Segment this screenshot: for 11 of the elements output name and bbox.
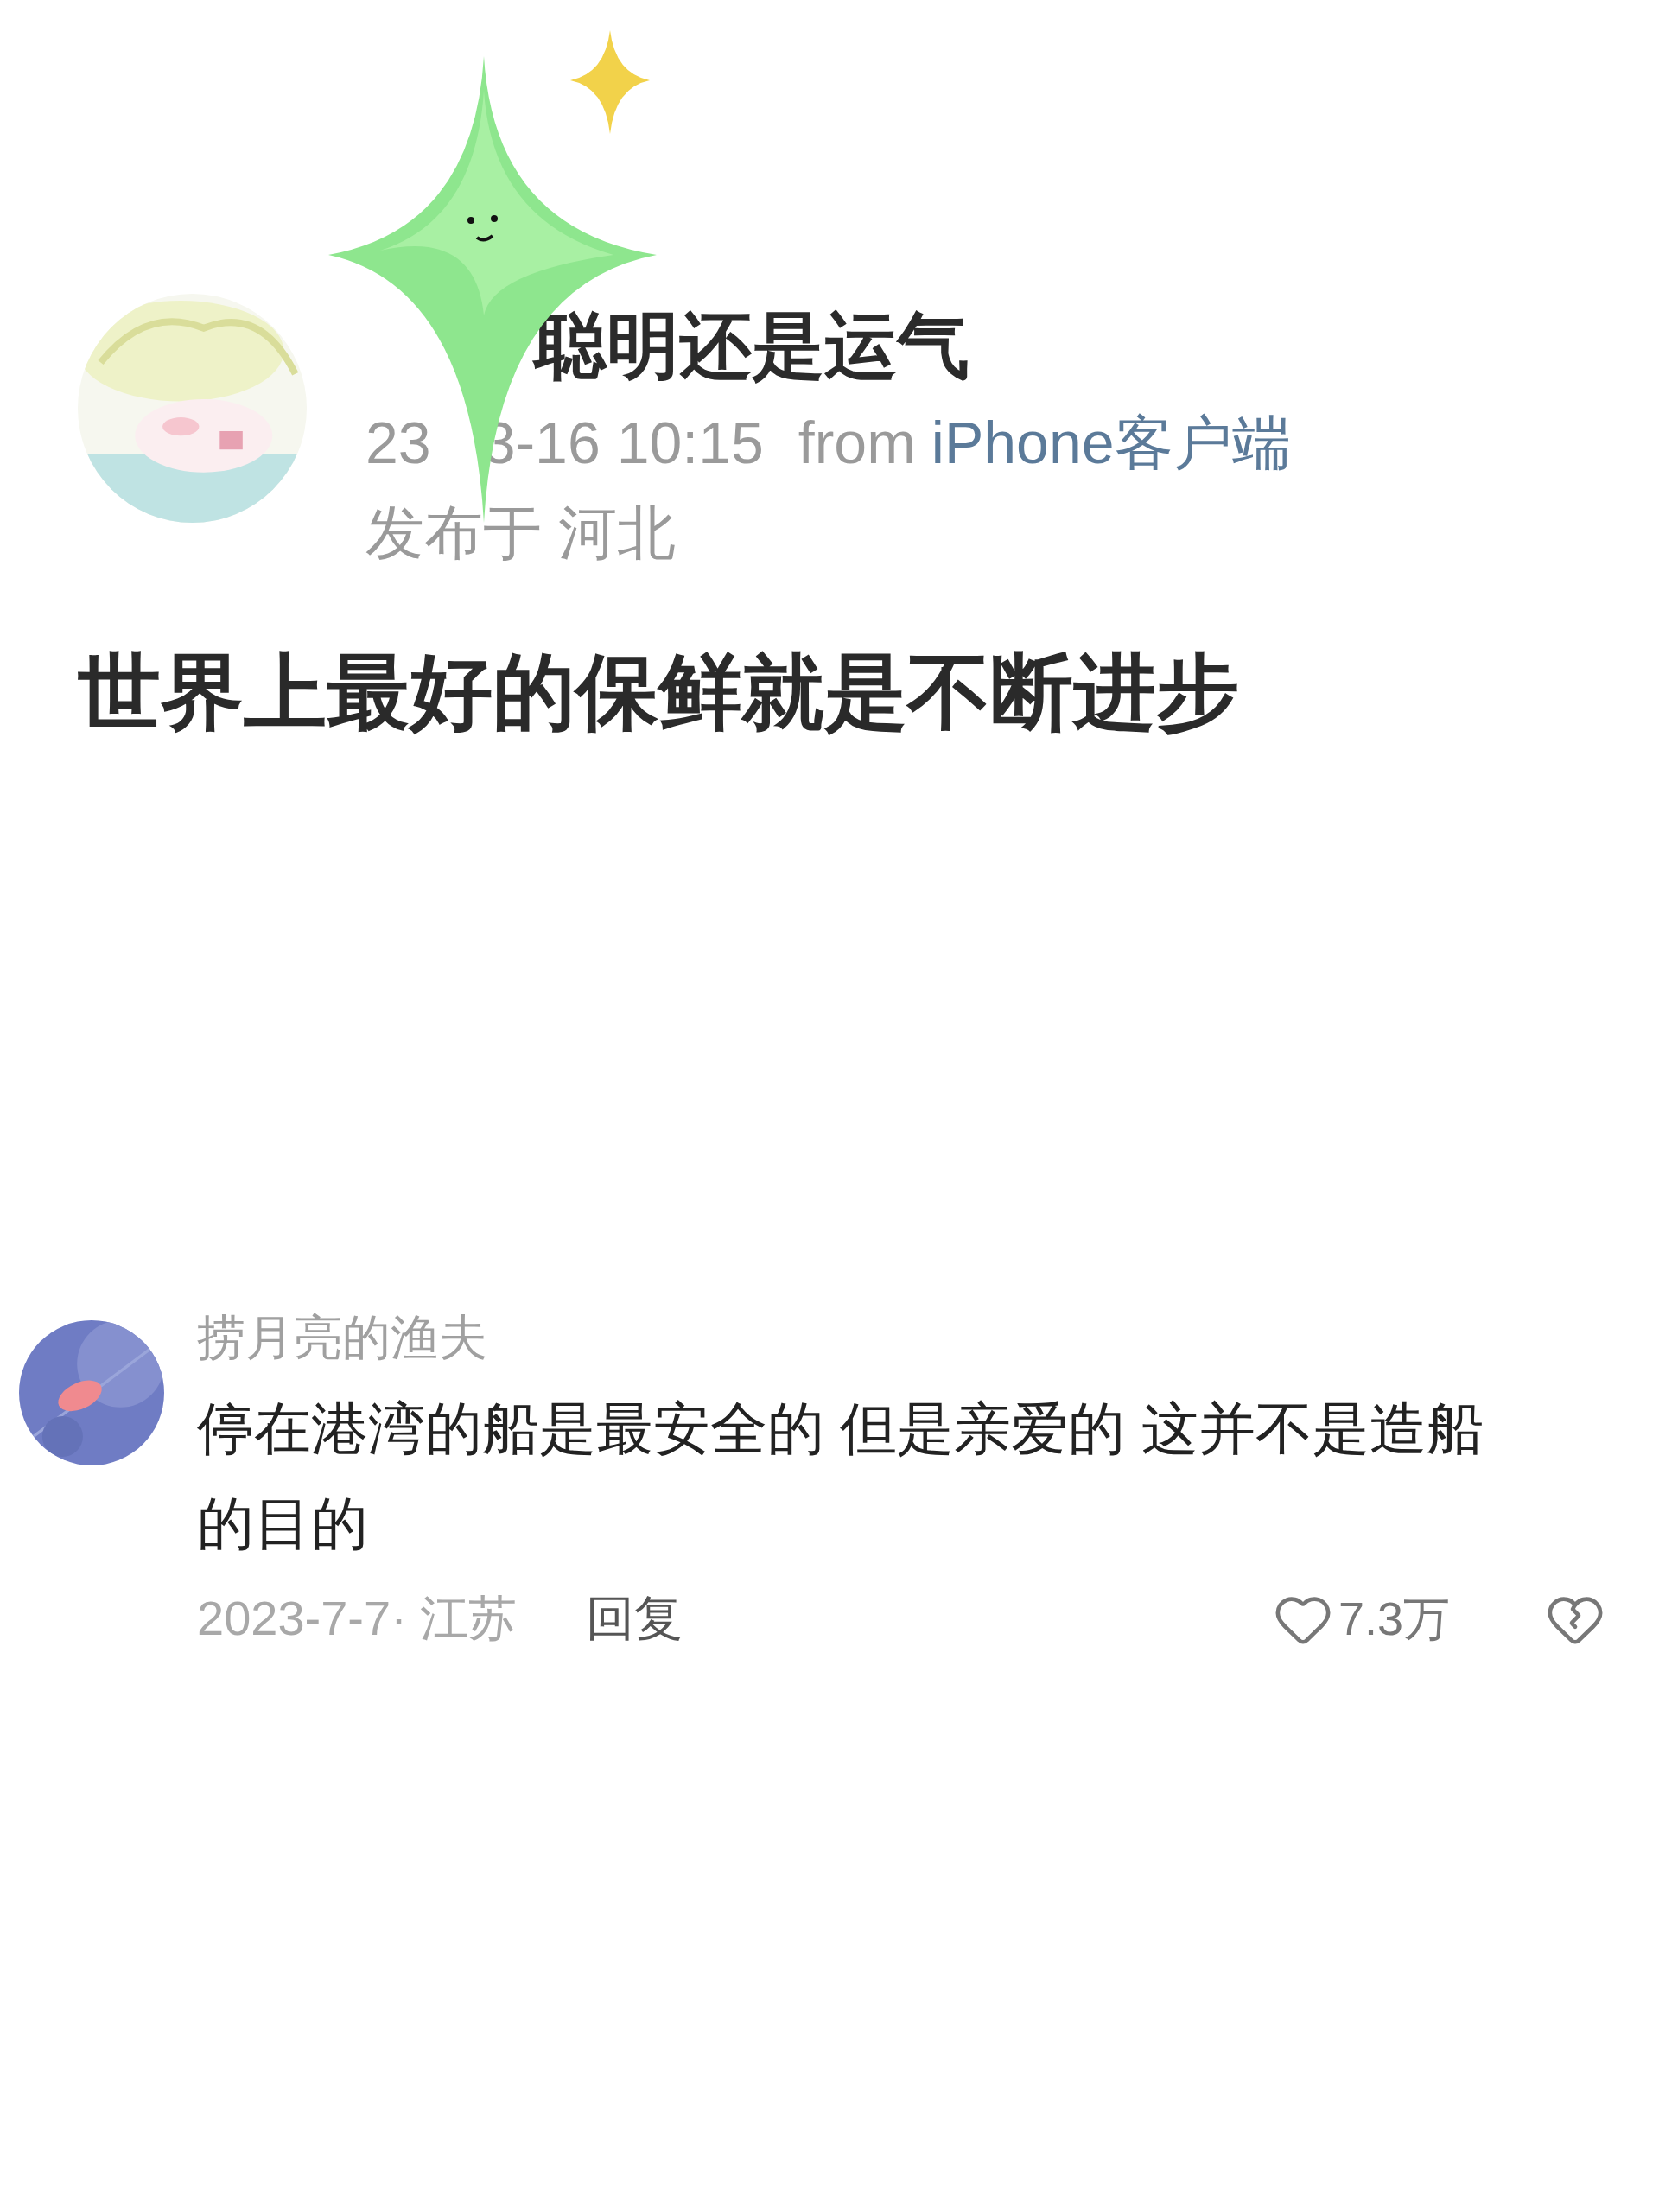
post-text: 世界上最好的保鲜就是不断进步 <box>78 645 1240 740</box>
comment-author[interactable]: 捞月亮的渔夫 <box>197 1303 1605 1372</box>
source-label: from <box>798 409 916 477</box>
like-count: 7.3万 <box>1338 1591 1450 1646</box>
source-link[interactable]: iPhone客户端 <box>931 397 1291 487</box>
comment-date: 2023-7-7· 江苏 <box>197 1590 518 1647</box>
comment-text: 停在港湾的船是最安全的 但是亲爱的 这并不是造船的目的 <box>197 1395 1484 1557</box>
post-title: 聪明还是运气 <box>534 304 969 388</box>
reply-button[interactable]: 回复 <box>586 1586 683 1652</box>
post-location: 发布于 河北 <box>365 499 676 567</box>
post-date: 23 <box>365 409 431 477</box>
